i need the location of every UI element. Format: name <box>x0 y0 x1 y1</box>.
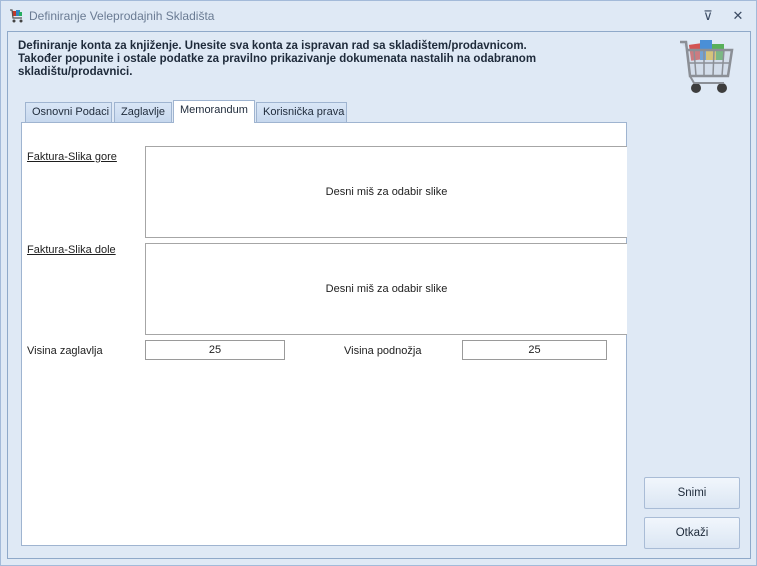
footer-height-label: Visina podnožja <box>344 345 422 357</box>
save-button[interactable]: Snimi <box>644 477 740 509</box>
footer-image-hint: Desni miš za odabir slike <box>325 283 448 295</box>
tab-zaglavlje[interactable]: Zaglavlje <box>114 102 172 122</box>
tab-memorandum[interactable]: Memorandum <box>173 100 255 123</box>
tab-osnovni-podaci[interactable]: Osnovni Podaci <box>25 102 112 122</box>
header-height-label: Visina zaglavlja <box>27 345 103 357</box>
header-height-input[interactable]: 25 <box>145 340 285 360</box>
footer-image-label: Faktura-Slika dole <box>27 244 116 256</box>
dialog-window: Definiranje Veleprodajnih Skladišta ⊽ ✕ … <box>0 0 757 566</box>
instructions-line-2: Također popunite i ostale podatke za pra… <box>18 53 537 65</box>
header-image-hint: Desni miš za odabir slike <box>325 186 448 198</box>
shopping-cart-icon <box>10 9 23 23</box>
footer-height-input[interactable]: 25 <box>462 340 607 360</box>
header-image-label: Faktura-Slika gore <box>27 151 117 163</box>
tab-korisnicka-prava[interactable]: Korisnička prava <box>256 102 347 122</box>
window-title: Definiranje Veleprodajnih Skladišta <box>29 9 215 23</box>
title-bar: Definiranje Veleprodajnih Skladišta ⊽ ✕ <box>1 1 756 31</box>
dialog-content: Definiranje konta za knjiženje. Unesite … <box>7 31 751 559</box>
instructions-text: Definiranje konta za knjiženje. Unesite … <box>18 40 618 79</box>
shopping-cart-icon <box>680 40 734 93</box>
instructions-line-1: Definiranje konta za knjiženje. Unesite … <box>18 40 527 52</box>
header-image-picker[interactable]: Desni miš za odabir slike <box>145 146 627 238</box>
cancel-button[interactable]: Otkaži <box>644 517 740 549</box>
pin-icon[interactable]: ⊽ <box>699 7 717 25</box>
close-icon[interactable]: ✕ <box>729 7 747 25</box>
instructions-line-3: skladištu/prodavnici. <box>18 66 133 78</box>
memorandum-panel: Faktura-Slika gore Desni miš za odabir s… <box>21 122 627 546</box>
footer-image-picker[interactable]: Desni miš za odabir slike <box>145 243 627 335</box>
